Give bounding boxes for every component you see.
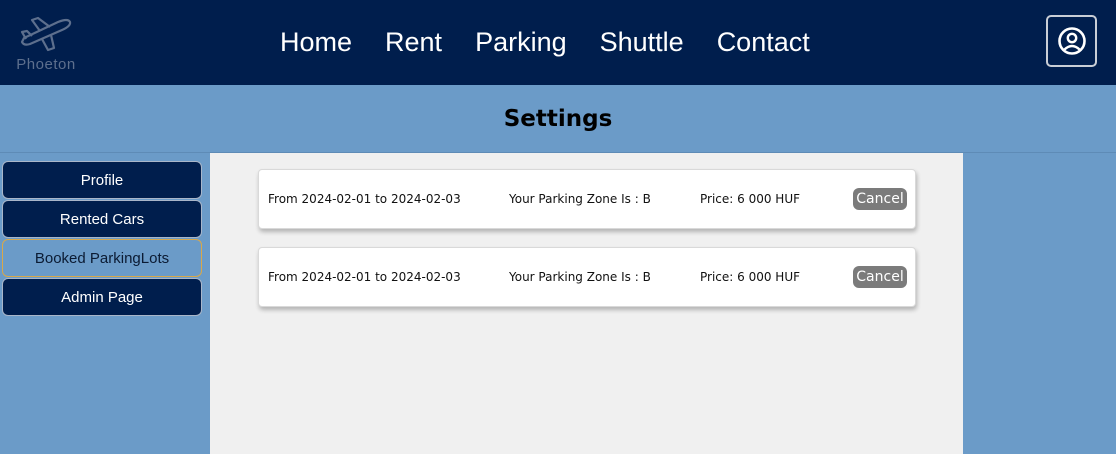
top-navbar: Phoeton Home Rent Parking Shuttle Contac… <box>0 0 1116 85</box>
airplane-icon <box>20 16 72 52</box>
sidebar-item-booked-parkinglots[interactable]: Booked ParkingLots <box>2 239 202 277</box>
settings-sidebar: Profile Rented Cars Booked ParkingLots A… <box>2 161 202 317</box>
booking-price: Price: 6 000 HUF <box>700 270 801 284</box>
user-circle-icon <box>1057 27 1086 55</box>
nav-link-contact[interactable]: Contact <box>717 27 810 58</box>
nav-link-home[interactable]: Home <box>280 27 352 58</box>
booking-parking-zone: Your Parking Zone Is : B <box>509 270 651 284</box>
nav-link-shuttle[interactable]: Shuttle <box>600 27 684 58</box>
booking-card: From 2024-02-01 to 2024-02-03 Your Parki… <box>258 247 916 307</box>
brand-logo[interactable]: Phoeton <box>8 12 84 74</box>
booking-dates: From 2024-02-01 to 2024-02-03 <box>268 192 461 206</box>
booking-dates: From 2024-02-01 to 2024-02-03 <box>268 270 461 284</box>
cancel-booking-button[interactable]: Cancel <box>853 266 907 288</box>
booking-parking-zone: Your Parking Zone Is : B <box>509 192 651 206</box>
sidebar-item-rented-cars[interactable]: Rented Cars <box>2 200 202 238</box>
main-nav: Home Rent Parking Shuttle Contact <box>280 0 843 85</box>
user-account-button[interactable] <box>1046 15 1097 67</box>
booking-price: Price: 6 000 HUF <box>700 192 801 206</box>
booking-card: From 2024-02-01 to 2024-02-03 Your Parki… <box>258 169 916 229</box>
sidebar-item-admin-page[interactable]: Admin Page <box>2 278 202 316</box>
nav-link-rent[interactable]: Rent <box>385 27 442 58</box>
sidebar-item-profile[interactable]: Profile <box>2 161 202 199</box>
brand-name: Phoeton <box>16 56 76 73</box>
page-title: Settings <box>503 105 613 132</box>
page-title-bar: Settings <box>0 85 1116 153</box>
cancel-booking-button[interactable]: Cancel <box>853 188 907 210</box>
bookings-panel: From 2024-02-01 to 2024-02-03 Your Parki… <box>210 153 963 454</box>
nav-link-parking[interactable]: Parking <box>475 27 567 58</box>
